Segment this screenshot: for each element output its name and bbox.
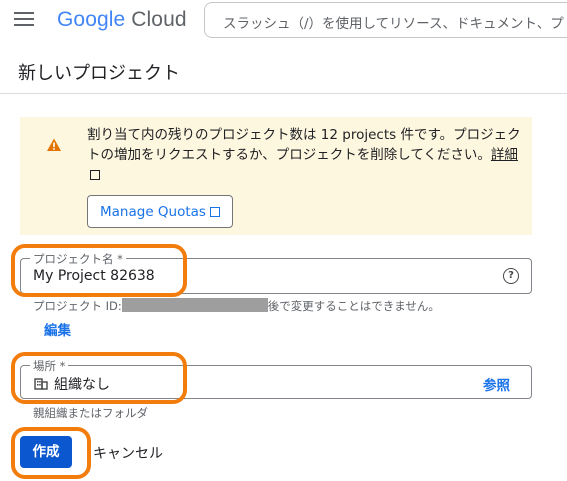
project-id-redacted (121, 298, 268, 312)
project-name-label: プロジェクト名 * (30, 251, 126, 267)
page-title: 新しいプロジェクト (18, 63, 180, 84)
project-name-value: My Project 82638 (33, 268, 155, 284)
search-placeholder: スラッシュ（/）を使用してリソース、ドキュメント、プ (223, 16, 564, 32)
location-hint: 親組織またはフォルダ (33, 406, 148, 420)
edit-project-id-link[interactable]: 編集 (44, 319, 71, 339)
external-link-icon (90, 170, 100, 180)
google-cloud-logo[interactable]: Google Cloud (57, 8, 187, 32)
project-id-hint: プロジェクト ID: 後で変更することはできません。 (33, 298, 440, 314)
logo-google-text: Google (57, 8, 126, 31)
search-bar[interactable]: スラッシュ（/）を使用してリソース、ドキュメント、プ (204, 2, 567, 38)
top-bar: Google Cloud スラッシュ（/）を使用してリソース、ドキュメント、プ (0, 0, 567, 42)
page-header: 新しいプロジェクト (0, 46, 567, 94)
manage-quotas-button[interactable]: Manage Quotas (87, 195, 233, 228)
browse-button[interactable]: 参照 (483, 374, 510, 394)
banner-message: 割り当て内の残りのプロジェクト数は 12 projects 件です。プロジェクト… (87, 125, 527, 185)
logo-cloud-text: Cloud (131, 8, 187, 31)
help-circle-icon[interactable]: ? (503, 268, 519, 284)
location-field[interactable]: 場所 * 組織なし 参照 (20, 358, 532, 399)
building-icon (34, 378, 48, 390)
manage-quotas-label: Manage Quotas (100, 204, 206, 220)
location-label: 場所 * (30, 358, 69, 374)
external-link-icon (210, 207, 220, 217)
learn-more-link[interactable]: 詳細 (491, 147, 518, 163)
quota-warning-banner: 割り当て内の残りのプロジェクト数は 12 projects 件です。プロジェクト… (20, 117, 532, 235)
project-id-suffix: 後で変更することはできません。 (267, 299, 440, 313)
project-id-prefix: プロジェクト ID: (33, 299, 122, 313)
banner-message-text: 割り当て内の残りのプロジェクト数は 12 projects 件です。プロジェクト… (87, 127, 521, 163)
menu-icon[interactable] (14, 12, 34, 28)
warning-icon (47, 138, 61, 151)
project-name-field[interactable]: プロジェクト名 * My Project 82638 ? (20, 251, 532, 294)
location-value: 組織なし (54, 377, 110, 393)
cancel-button[interactable]: キャンセル (93, 443, 163, 463)
create-button[interactable]: 作成 (20, 436, 72, 468)
